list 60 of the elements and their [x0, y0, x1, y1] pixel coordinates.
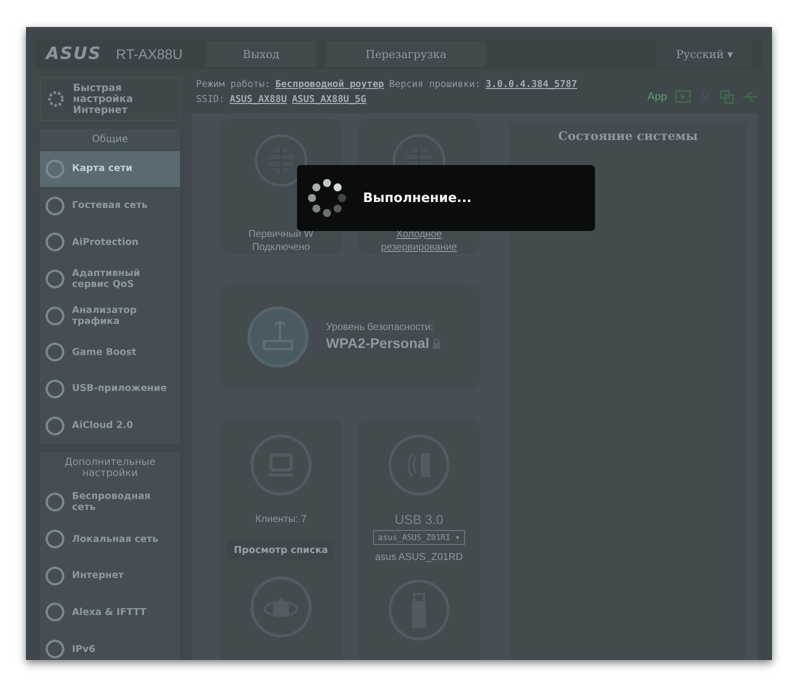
usb-label: USB 3.0	[394, 513, 444, 526]
router-icon[interactable]	[246, 304, 310, 368]
sidebar-item[interactable]: AiProtection	[40, 223, 180, 260]
sidebar-item[interactable]: Alexa & IFTTT	[40, 594, 180, 630]
devices-icon[interactable]	[720, 90, 734, 104]
circle-icon	[44, 414, 66, 437]
security-value: WPA2-Personal	[326, 335, 430, 351]
sidebar-item[interactable]: Беспроводная сеть	[40, 484, 180, 520]
firmware-link[interactable]: 3.0.0.4.384_5787	[486, 79, 578, 90]
circle-icon	[44, 231, 66, 254]
firmware-label: Версия прошивки:	[389, 79, 481, 90]
section-title: Общие	[90, 133, 130, 147]
logo: ASUS	[46, 44, 102, 64]
section-title: Дополнительные настройки	[64, 456, 156, 480]
sidebar-item[interactable]: Интернет	[40, 556, 180, 594]
sidebar-item[interactable]: Карта сети	[40, 150, 180, 187]
device-name: asus ASUS_Z01RD	[375, 551, 463, 564]
header-button[interactable]: Перезагрузка	[326, 41, 486, 67]
security-label: Уровень безопасности:	[326, 322, 434, 333]
app-label[interactable]: App	[647, 90, 667, 102]
ssid-link[interactable]: ASUS_AX88U_5G	[292, 94, 366, 105]
spinner-icon	[305, 176, 349, 220]
mode-link[interactable]: Беспроводной роутер	[275, 79, 384, 90]
circle-icon	[44, 304, 66, 327]
sidebar-item[interactable]: Game Boost	[40, 333, 180, 370]
circle-icon	[44, 564, 66, 587]
clients-count: 7	[301, 514, 307, 525]
circle-icon	[44, 158, 66, 180]
play-icon[interactable]	[675, 90, 691, 103]
circle-icon	[44, 601, 66, 624]
ssid-label: SSID:	[196, 94, 225, 105]
circle-icon	[44, 638, 66, 660]
model-name: RT-AX88U	[116, 46, 184, 62]
header-button[interactable]: Выход	[206, 41, 316, 67]
sidebar-item[interactable]: USB-приложение	[40, 370, 180, 407]
circle-icon	[44, 378, 66, 400]
device-select[interactable]: asus_ASUS_Z01RI ▾	[373, 530, 465, 545]
circle-icon	[44, 528, 66, 550]
circle-icon	[44, 491, 66, 514]
sidebar-item[interactable]: AiCloud 2.0	[40, 406, 180, 444]
ssid-link[interactable]: ASUS_AX88U	[230, 94, 287, 105]
sidebar-item[interactable]: Локальная сеть	[40, 520, 180, 557]
status-title: Состояние системы	[557, 128, 699, 143]
backup-status[interactable]: резервирование	[381, 241, 457, 254]
lock-icon	[432, 338, 442, 348]
progress-message: Выполнение...	[363, 190, 472, 206]
clients-label: Клиенты:	[255, 514, 298, 525]
sidebar-item[interactable]: Адаптивный сервис QoS	[40, 260, 180, 297]
backup-link[interactable]: Холодное	[396, 228, 442, 241]
wan-status: Подключено	[252, 241, 310, 254]
usb-icon[interactable]	[742, 90, 758, 102]
sidebar-item[interactable]: Гостевая сеть	[40, 186, 180, 224]
circle-icon	[44, 341, 66, 364]
quick-setup-item[interactable]: Быстрая настройка Интернет	[40, 77, 180, 121]
sidebar-item[interactable]: Анализатор трафика	[40, 296, 180, 334]
circle-icon	[44, 194, 66, 217]
sidebar-item[interactable]: IPv6	[40, 630, 180, 660]
mode-label: Режим работы:	[196, 79, 270, 90]
circle-icon	[44, 268, 66, 290]
view-list-button[interactable]: Просмотр списка	[226, 540, 336, 561]
